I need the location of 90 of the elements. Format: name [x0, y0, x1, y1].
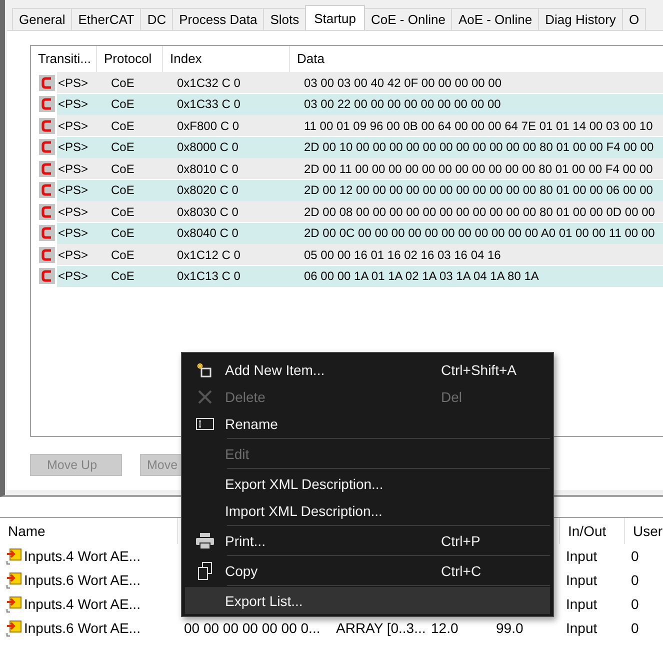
delete-icon	[197, 388, 213, 404]
coe-icon	[39, 74, 55, 90]
table-cell-text: 03 00 03 00 40 42 0F 00 00 00 00 00	[303, 76, 502, 90]
table-cell-text: 0x8040 C 0	[176, 226, 240, 240]
add-item-icon	[197, 362, 213, 378]
tab[interactable]: O	[622, 8, 646, 30]
table-cell-text: 2D 00 0C 00 00 00 00 00 00 00 00 00 00 00 A0 01 00 00 11 00 00	[303, 226, 655, 240]
table-cell-text: <PS>	[57, 76, 90, 90]
rename-icon	[196, 418, 214, 430]
table-cell-text: <PS>	[57, 183, 90, 197]
table-cell-text: 2D 00 12 00 00 00 00 00 00 00 00 00 00 00 80 01 00 00 06 00 00	[303, 183, 653, 197]
table-cell-text: CoE	[110, 204, 136, 218]
input-variable-icon	[6, 571, 22, 589]
table-cell-text: CoE	[110, 269, 136, 283]
tab[interactable]: General	[12, 8, 72, 30]
table-cell-text: <PS>	[57, 226, 90, 240]
table-cell-text: CoE	[110, 118, 136, 132]
table-cell: Inputs.4 Wort AE...	[24, 596, 140, 612]
table-cell-text: 0x1C13 C 0	[176, 269, 242, 283]
input-variable-icon	[6, 547, 22, 565]
table-cell: Inputs.6 Wort AE...	[24, 620, 140, 636]
copy-icon	[197, 562, 213, 580]
table-cell: 0	[631, 572, 639, 588]
table-cell: 12.0	[431, 620, 458, 636]
table-cell-text: <PS>	[57, 118, 90, 132]
table-cell-text: 0x8010 C 0	[176, 162, 240, 176]
menu-item[interactable]: Export XML Description...	[185, 470, 550, 497]
table-cell: Inputs.4 Wort AE...	[24, 548, 140, 564]
table-cell-text: <PS>	[57, 97, 90, 111]
table-cell-text: <PS>	[57, 204, 90, 218]
menu-item[interactable]: Import XML Description...	[185, 497, 550, 524]
coe-icon	[39, 118, 55, 134]
table-cell-text: CoE	[110, 226, 136, 240]
table-cell-text: 0x8000 C 0	[176, 140, 240, 154]
coe-icon	[39, 246, 55, 262]
table-cell-text: 0xF800 C 0	[176, 118, 240, 132]
table-cell-text: 0x1C12 C 0	[176, 248, 242, 262]
coe-icon	[39, 96, 55, 112]
table-cell-text: 2D 00 11 00 00 00 00 00 00 00 00 00 00 00 80 01 00 00 F4 00 00	[303, 162, 653, 176]
menu-item[interactable]: Rename	[185, 410, 550, 437]
table-cell-text: CoE	[110, 162, 136, 176]
coe-icon	[39, 204, 55, 220]
table-cell-text: 03 00 22 00 00 00 00 00 00 00 00 00	[303, 97, 501, 111]
table-cell: ARRAY [0..3...	[336, 620, 425, 636]
table-cell-text: CoE	[110, 76, 136, 90]
coe-icon	[39, 182, 55, 198]
coe-icon	[39, 225, 55, 241]
table-cell-text: CoE	[110, 140, 136, 154]
coe-icon	[39, 160, 55, 176]
column-header[interactable]: User	[633, 523, 663, 539]
menu-item[interactable]: Export List...	[185, 587, 550, 614]
menu-item[interactable]: Add New Item... Ctrl+Shift+A	[185, 356, 550, 383]
menu-item[interactable]: Print... Ctrl+P	[185, 527, 550, 554]
column-header[interactable]: Name	[8, 523, 46, 539]
table-cell: 0	[631, 620, 639, 636]
table-cell: Input	[566, 620, 598, 636]
table-cell: Input	[566, 548, 598, 564]
table-cell-text: 2D 00 08 00 00 00 00 00 00 00 00 00 00 00 80 01 00 00 0D 00 00	[303, 204, 655, 218]
table-cell-text: 11 00 01 09 96 00 0B 00 64 00 00 00 64 7E 01 01 14 00 03 00 10	[303, 118, 653, 132]
input-variable-icon	[6, 595, 22, 613]
table-cell: Inputs.6 Wort AE...	[24, 572, 140, 588]
table-cell: 0	[631, 596, 639, 612]
table-cell-text: 06 00 00 1A 01 1A 02 1A 03 1A 04 1A 80 1A	[303, 269, 539, 283]
printer-icon	[196, 532, 214, 548]
table-cell-text: <PS>	[57, 162, 90, 176]
column-header[interactable]: Data	[290, 46, 663, 72]
table-cell-text: 0x8030 C 0	[176, 204, 240, 218]
table-cell-text: CoE	[110, 183, 136, 197]
table-cell-text: 0x8020 C 0	[176, 183, 240, 197]
tab[interactable]: Diag History	[538, 8, 623, 30]
table-cell-text: <PS>	[57, 140, 90, 154]
coe-icon	[39, 268, 55, 284]
table-cell: Input	[566, 572, 598, 588]
column-header[interactable]: In/Out	[568, 523, 606, 539]
tab[interactable]: Startup	[305, 5, 366, 30]
table-cell-text: 0x1C33 C 0	[176, 97, 242, 111]
table-cell-text: 2D 00 10 00 00 00 00 00 00 00 00 00 00 00 80 01 00 00 F4 00 00	[303, 140, 654, 154]
table-cell-text: <PS>	[57, 269, 90, 283]
coe-icon	[39, 139, 55, 155]
input-variable-icon	[6, 619, 22, 637]
table-cell-text: <PS>	[57, 248, 90, 262]
table-cell-text: 05 00 00 16 01 16 02 16 03 16 04 16	[303, 248, 501, 262]
table-cell: Input	[566, 596, 598, 612]
menu-item[interactable]: Copy Ctrl+C	[185, 557, 550, 584]
table-cell: 00 00 00 00 00 00 0...	[184, 620, 320, 636]
table-cell: 0	[631, 548, 639, 564]
table-cell: 99.0	[496, 620, 524, 636]
table-cell-text: 0x1C32 C 0	[176, 76, 242, 90]
table-cell-text: CoE	[110, 97, 136, 111]
table-cell-text: CoE	[110, 248, 136, 262]
